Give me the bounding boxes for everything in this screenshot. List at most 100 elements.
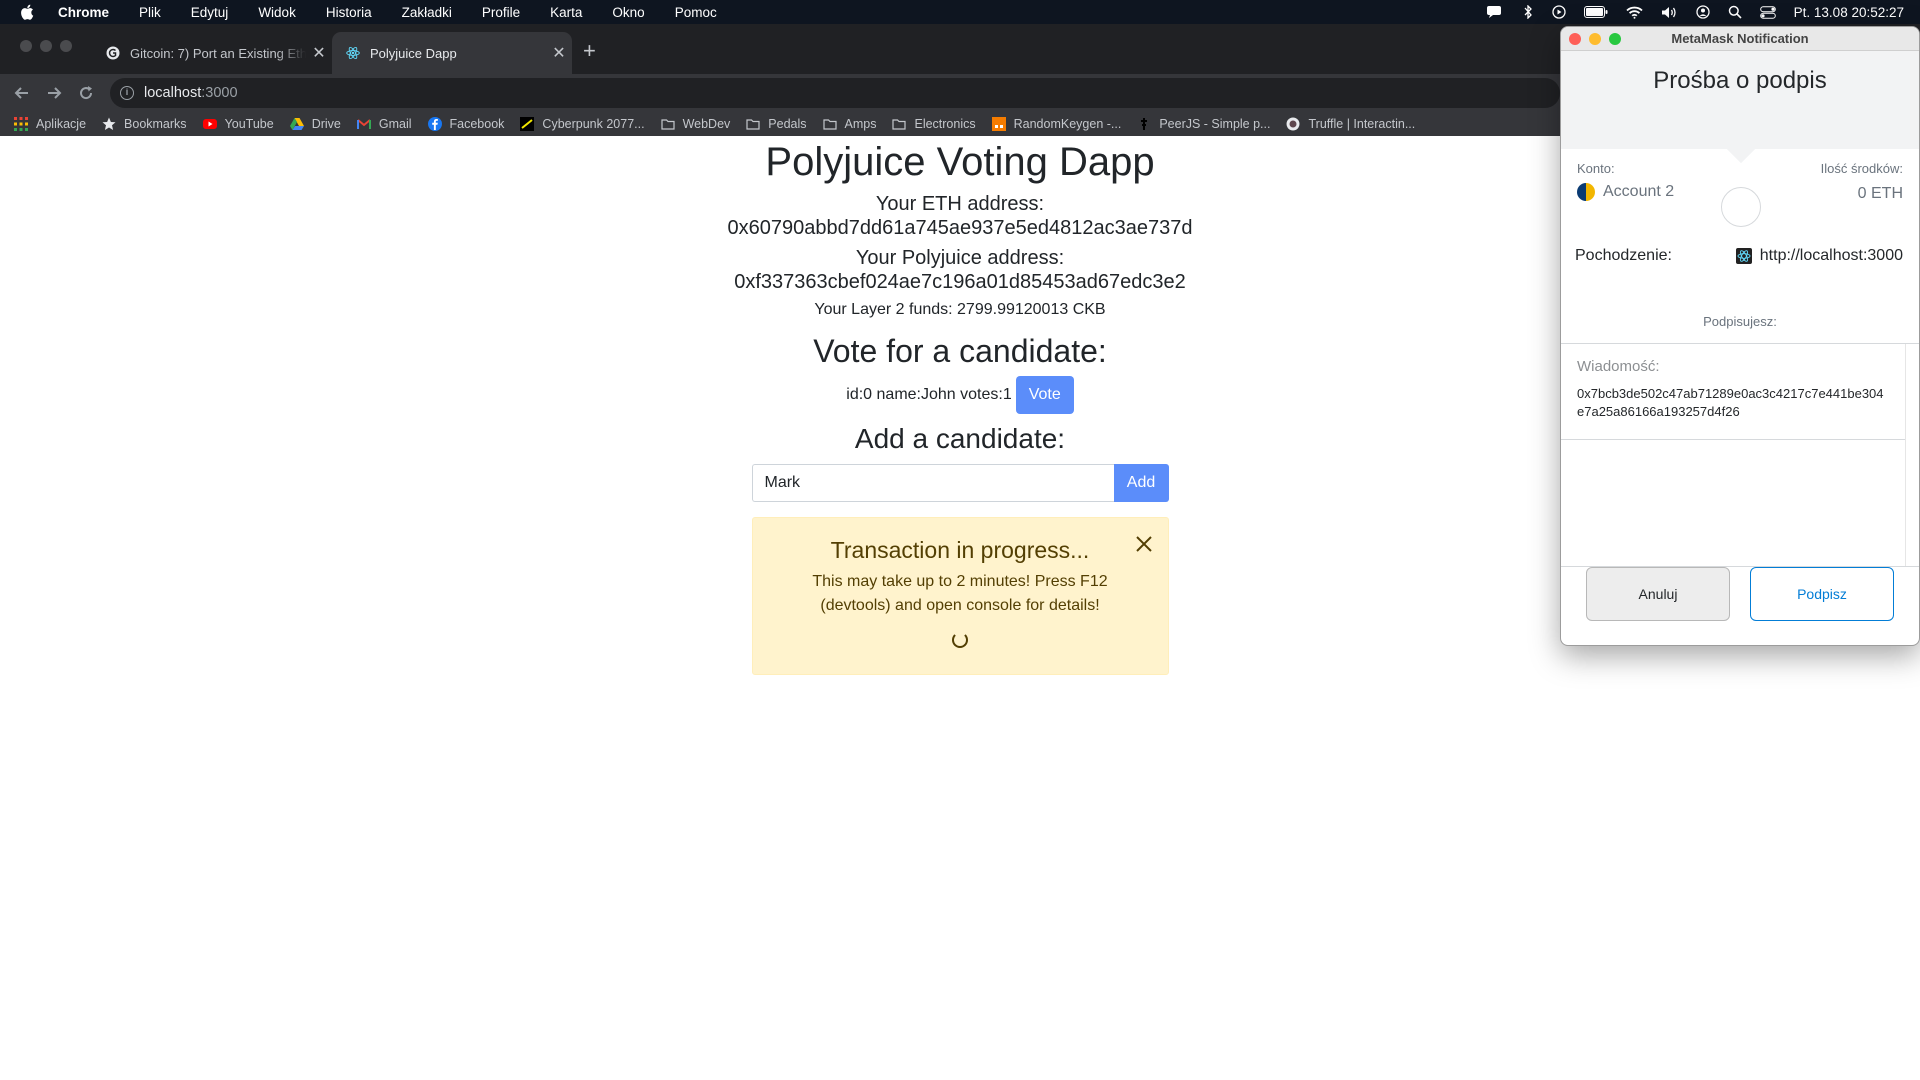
new-tab-button[interactable]: + xyxy=(583,38,596,64)
bookmark-drive[interactable]: Drive xyxy=(289,117,341,131)
wifi-icon[interactable] xyxy=(1626,6,1643,19)
window-minimize-button[interactable] xyxy=(40,40,52,52)
menu-okno[interactable]: Okno xyxy=(597,5,659,20)
address-port: :3000 xyxy=(201,85,238,101)
menu-karta[interactable]: Karta xyxy=(535,5,597,20)
tab-close-icon[interactable]: ✕ xyxy=(306,43,332,63)
add-candidate-button[interactable]: Add xyxy=(1113,464,1169,502)
close-icon[interactable] xyxy=(1134,534,1154,554)
vote-button[interactable]: Vote xyxy=(1015,376,1074,414)
bluetooth-off-icon[interactable] xyxy=(1522,5,1534,19)
origin-url: http://localhost:3000 xyxy=(1759,247,1903,264)
metamask-zoom-button[interactable] xyxy=(1609,33,1621,45)
bookmark-gmail[interactable]: Gmail xyxy=(356,117,412,131)
candidate-row: id:0 name:John votes:1 Vote xyxy=(560,376,1360,414)
metamask-actions: Anuluj Podpisz xyxy=(1561,567,1919,621)
request-info: Konto: Account 2 Ilość środków: 0 ETH Po… xyxy=(1561,149,1919,299)
bookmark-label: Aplikacje xyxy=(36,117,87,131)
menubar-clock[interactable]: Pt. 13.08 20:52:27 xyxy=(1794,5,1904,20)
menu-plik[interactable]: Plik xyxy=(124,5,176,20)
message-value: 0x7bcb3de502c47ab71289e0ac3c4217c7e441be… xyxy=(1577,386,1884,419)
sign-button[interactable]: Podpisz xyxy=(1750,567,1894,621)
account-avatar xyxy=(1577,183,1595,201)
gmail-icon xyxy=(356,119,371,129)
alert-title: Transaction in progress... xyxy=(830,537,1090,563)
candidate-name-input[interactable] xyxy=(751,464,1114,502)
bookmark-label: Drive xyxy=(311,117,341,131)
bookmark-cyberpunk[interactable]: Cyberpunk 2077... xyxy=(520,117,645,131)
bookmark-peerjs[interactable]: PeerJS - Simple p... xyxy=(1137,117,1270,131)
back-icon[interactable] xyxy=(12,83,32,103)
control-center-icon[interactable] xyxy=(1759,5,1776,19)
metamask-close-button[interactable] xyxy=(1569,33,1581,45)
menu-zakladki[interactable]: Zakładki xyxy=(387,5,467,20)
bookmark-folder-electronics[interactable]: Electronics xyxy=(892,117,976,131)
signing-label: Podpisujesz: xyxy=(1703,314,1777,329)
address-host: localhost xyxy=(144,85,202,101)
polyjuice-address-label: Your Polyjuice address: xyxy=(855,247,1065,269)
window-zoom-button[interactable] xyxy=(60,40,72,52)
macos-menu-bar: Chrome Plik Edytuj Widok Historia Zakład… xyxy=(0,0,1920,24)
star-icon xyxy=(102,117,116,130)
volume-icon[interactable] xyxy=(1661,6,1678,19)
bookmark-facebook[interactable]: Facebook xyxy=(427,117,505,131)
bookmark-label: Pedals xyxy=(768,117,807,131)
message-box[interactable]: Wiadomość: 0x7bcb3de502c47ab71289e0ac3c4… xyxy=(1561,343,1919,567)
tab-gitcoin[interactable]: Gitcoin: 7) Port an Existing Eth ✕ xyxy=(92,32,332,74)
battery-icon[interactable] xyxy=(1583,6,1608,18)
bookmark-label: Truffle | Interactin... xyxy=(1308,117,1416,131)
bookmark-label: Facebook xyxy=(449,117,505,131)
bookmark-youtube[interactable]: YouTube xyxy=(202,117,274,131)
alert-body: This may take up to 2 minutes! Press F12… xyxy=(812,573,1108,614)
bookmark-label: Cyberpunk 2077... xyxy=(542,117,645,131)
apps-grid-icon xyxy=(14,117,28,131)
peerjs-icon xyxy=(1141,118,1148,130)
menu-widok[interactable]: Widok xyxy=(243,5,311,20)
chat-icon[interactable] xyxy=(1486,5,1504,19)
apple-logo-icon[interactable] xyxy=(20,4,34,20)
bookmark-truffle[interactable]: Truffle | Interactin... xyxy=(1286,117,1415,131)
menu-app-chrome[interactable]: Chrome xyxy=(48,5,124,20)
menu-edytuj[interactable]: Edytuj xyxy=(176,5,244,20)
bookmark-label: Electronics xyxy=(914,117,976,131)
layer2-funds: Your Layer 2 funds: 2799.99120013 CKB xyxy=(814,301,1106,318)
spotlight-search-icon[interactable] xyxy=(1728,5,1742,19)
folder-icon xyxy=(822,119,837,130)
add-candidate-heading: Add a candidate: xyxy=(854,423,1066,454)
play-circle-icon[interactable] xyxy=(1552,5,1566,19)
dapp-container: Polyjuice Voting Dapp Your ETH address: … xyxy=(560,136,1360,675)
cancel-button[interactable]: Anuluj xyxy=(1586,567,1730,621)
add-candidate-form: Add xyxy=(560,464,1360,502)
bookmark-folder-amps[interactable]: Amps xyxy=(822,117,877,131)
folder-icon xyxy=(746,119,760,130)
bookmark-folder-webdev[interactable]: WebDev xyxy=(660,117,730,131)
reload-icon[interactable] xyxy=(76,83,96,103)
menu-profile[interactable]: Profile xyxy=(467,5,535,20)
bookmark-label: Amps xyxy=(844,117,877,131)
metamask-minimize-button[interactable] xyxy=(1589,33,1601,45)
transaction-alert: Transaction in progress... This may take… xyxy=(751,517,1169,675)
bookmark-randomkeygen[interactable]: RandomKeygen -... xyxy=(991,117,1122,131)
bookmark-bookmarks[interactable]: Bookmarks xyxy=(102,117,187,131)
menu-historia[interactable]: Historia xyxy=(311,5,387,20)
window-close-button[interactable] xyxy=(20,40,32,52)
site-info-icon[interactable]: i xyxy=(120,86,134,100)
tab-close-icon[interactable]: ✕ xyxy=(546,43,572,63)
origin: http://localhost:3000 xyxy=(1735,247,1903,265)
truffle-icon xyxy=(1286,117,1300,131)
react-favicon-icon xyxy=(346,46,360,60)
folder-icon xyxy=(660,119,675,130)
user-circle-icon[interactable] xyxy=(1696,5,1710,19)
menu-pomoc[interactable]: Pomoc xyxy=(660,5,732,20)
bookmark-label: YouTube xyxy=(224,117,274,131)
bookmark-aplikacje[interactable]: Aplikacje xyxy=(14,117,86,131)
message-label: Wiadomość: xyxy=(1577,358,1660,375)
bookmark-label: RandomKeygen -... xyxy=(1013,117,1122,131)
cyberpunk-icon xyxy=(520,117,535,131)
eth-address-label: Your ETH address: xyxy=(875,193,1045,215)
tab-polyjuice-dapp[interactable]: Polyjuice Dapp ✕ xyxy=(332,32,572,74)
forward-icon[interactable] xyxy=(44,83,64,103)
message-scrollbar[interactable] xyxy=(1905,344,1919,566)
bookmark-folder-pedals[interactable]: Pedals xyxy=(746,117,807,131)
address-bar[interactable]: i localhost:3000 xyxy=(110,78,1560,108)
